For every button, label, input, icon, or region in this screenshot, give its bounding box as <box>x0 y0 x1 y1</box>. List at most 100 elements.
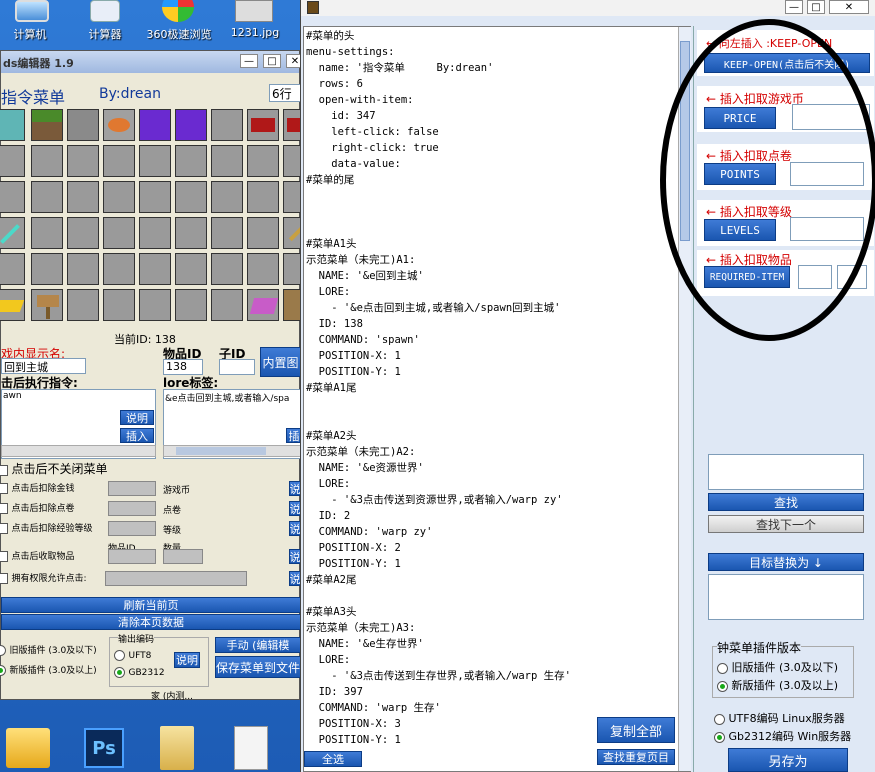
manual-edit-button[interactable]: 手动 (编辑模 <box>215 637 301 653</box>
command-scrollbar[interactable] <box>1 445 156 457</box>
slot-empty[interactable] <box>103 181 135 213</box>
slot-empty[interactable] <box>247 217 279 249</box>
rp-old-version-radio[interactable]: 旧版插件 (3.0及以下) <box>717 659 838 675</box>
old-version-radio-dot[interactable] <box>0 644 6 656</box>
rp-old-version-dot[interactable] <box>717 662 728 674</box>
slot-empty[interactable] <box>139 253 171 285</box>
desktop-icon-computer[interactable]: 计算机 <box>5 0 55 44</box>
rows-select[interactable]: 6行 <box>269 84 301 102</box>
slot-diamond-sword[interactable] <box>0 217 25 249</box>
slot-empty[interactable] <box>67 253 99 285</box>
gb-radio-dot[interactable] <box>114 666 125 678</box>
slot-empty[interactable] <box>211 217 243 249</box>
points-input[interactable] <box>108 501 156 516</box>
find-next-button[interactable]: 查找下一个 <box>708 515 864 533</box>
editor-maximize-button[interactable]: □ <box>807 0 825 14</box>
slot-empty[interactable] <box>67 289 99 321</box>
desktop-icon-browser[interactable]: 360极速浏览 <box>140 0 218 44</box>
item-id-input[interactable]: 138 <box>163 359 203 375</box>
slot-empty[interactable] <box>175 181 207 213</box>
slot-empty[interactable] <box>211 253 243 285</box>
slot-sign[interactable] <box>31 289 63 321</box>
editor-minimize-button[interactable]: — <box>785 0 803 14</box>
replace-target-button[interactable]: 目标替换为 ↓ <box>708 553 864 571</box>
inner-image-button[interactable]: 内置图 <box>260 347 301 377</box>
slot-empty[interactable] <box>175 253 207 285</box>
slot-empty[interactable] <box>247 145 279 177</box>
slot-empty[interactable] <box>31 145 63 177</box>
clear-page-button[interactable]: 清除本页数据 <box>1 614 301 630</box>
utf8-radio-dot[interactable] <box>114 649 125 661</box>
save-as-button[interactable]: 另存为 <box>728 748 848 772</box>
gb-win-dot[interactable] <box>714 731 725 743</box>
slot-empty[interactable] <box>139 145 171 177</box>
slot-empty[interactable] <box>175 145 207 177</box>
deduct-money-check[interactable] <box>0 482 8 494</box>
slot-empty[interactable] <box>103 217 135 249</box>
find-button[interactable]: 查找 <box>708 493 864 511</box>
permission-check[interactable] <box>0 572 8 584</box>
photoshop-icon[interactable]: Ps <box>84 728 124 768</box>
enc-gb-win-radio[interactable]: Gb2312编码 Win服务器 <box>714 728 851 744</box>
files-icon[interactable] <box>160 726 194 770</box>
slot-portal-2[interactable] <box>175 109 207 141</box>
slot-empty[interactable] <box>175 217 207 249</box>
deduct-points-check[interactable] <box>0 502 8 514</box>
slot-empty[interactable] <box>139 289 171 321</box>
keep-open-check[interactable] <box>0 464 8 476</box>
slot-empty[interactable] <box>0 145 25 177</box>
document-icon[interactable] <box>234 726 268 770</box>
encoding-explain-button[interactable]: 说明 <box>174 652 200 668</box>
sub-id-input[interactable] <box>219 359 255 375</box>
explain-button[interactable]: 说明 <box>120 410 154 425</box>
money-input[interactable] <box>108 481 156 496</box>
rp-new-version-dot[interactable] <box>717 680 728 692</box>
slot-empty[interactable] <box>0 253 25 285</box>
slot-empty[interactable] <box>0 181 25 213</box>
new-version-radio-dot[interactable] <box>0 664 6 676</box>
levels-input[interactable] <box>108 521 156 536</box>
slot-empty[interactable] <box>31 217 63 249</box>
find-duplicate-button[interactable]: 查找重复页目 <box>597 749 675 765</box>
desktop-icon-calculator[interactable]: 计算器 <box>80 0 130 44</box>
slot-bed[interactable] <box>247 109 279 141</box>
copy-all-button[interactable]: 复制全部 <box>597 717 675 743</box>
code-editor[interactable]: #菜单的头 menu-settings: name: '指令菜单 By:drean… <box>303 26 691 772</box>
new-version-radio[interactable]: 新版插件 (3.0及以上) <box>0 663 97 676</box>
collect-item-qty-input[interactable] <box>163 549 203 564</box>
desktop-icon-image[interactable]: 1231.jpg <box>225 0 285 44</box>
slot-empty[interactable] <box>247 181 279 213</box>
slot-empty[interactable] <box>67 145 99 177</box>
rp-new-version-radio[interactable]: 新版插件 (3.0及以上) <box>717 677 838 693</box>
slot-empty[interactable] <box>103 289 135 321</box>
folder-icon[interactable] <box>6 728 50 768</box>
slot-portal[interactable] <box>139 109 171 141</box>
find-input[interactable] <box>708 454 864 490</box>
refresh-page-button[interactable]: 刷新当前页 <box>1 597 301 613</box>
enc-utf8-radio[interactable]: UFT8 <box>114 648 151 661</box>
slot-empty[interactable] <box>175 289 207 321</box>
slot-empty[interactable] <box>211 109 243 141</box>
collect-item-check[interactable] <box>0 550 8 562</box>
slot-empty[interactable] <box>31 253 63 285</box>
lore-scrollbar[interactable] <box>163 445 301 457</box>
slot-empty[interactable] <box>31 181 63 213</box>
collect-item-id-input[interactable] <box>108 549 156 564</box>
slot-empty[interactable] <box>103 253 135 285</box>
slot-gold-ingot[interactable] <box>0 289 25 321</box>
slot-grass-block[interactable] <box>31 109 63 141</box>
slot-diamond-ore[interactable] <box>0 109 25 141</box>
display-name-input[interactable]: 回到主城 <box>1 358 86 374</box>
slot-furnace[interactable] <box>67 109 99 141</box>
slot-empty[interactable] <box>67 181 99 213</box>
utf8-linux-dot[interactable] <box>714 713 725 725</box>
maximize-button[interactable]: □ <box>263 54 281 68</box>
replace-input[interactable] <box>708 574 864 620</box>
slot-empty[interactable] <box>247 253 279 285</box>
slot-empty[interactable] <box>139 181 171 213</box>
enc-gb-radio[interactable]: GB2312 <box>114 665 165 678</box>
enc-utf8-linux-radio[interactable]: UTF8编码 Linux服务器 <box>714 710 845 726</box>
slot-cookie[interactable] <box>103 109 135 141</box>
slot-empty[interactable] <box>211 289 243 321</box>
slot-empty[interactable] <box>103 145 135 177</box>
